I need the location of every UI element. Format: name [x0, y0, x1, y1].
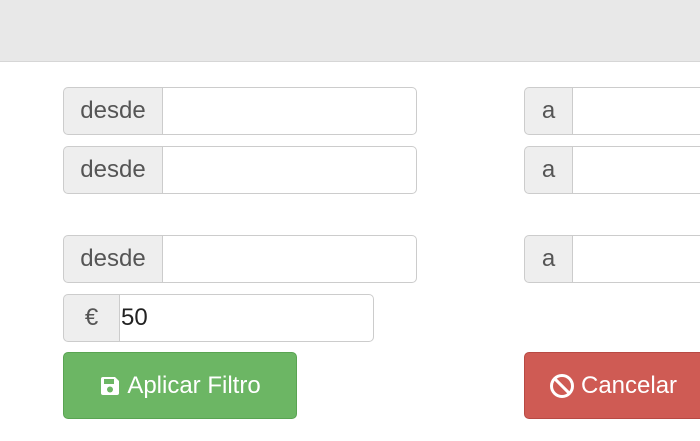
range-to-group-3: a	[524, 235, 700, 283]
currency-symbol: €	[63, 294, 119, 342]
range-from-group-3: desde	[63, 235, 417, 283]
range-to-group-1: a	[524, 87, 700, 135]
to-input-1[interactable]	[572, 87, 700, 135]
from-input-1[interactable]	[162, 87, 417, 135]
from-input-2[interactable]	[162, 146, 417, 194]
to-label: a	[524, 235, 572, 283]
apply-filter-label: Aplicar Filtro	[127, 371, 261, 399]
floppy-disk-icon	[99, 375, 121, 397]
to-input-2[interactable]	[572, 146, 700, 194]
cancel-label: Cancelar	[581, 371, 678, 399]
cancel-button[interactable]: Cancelar	[524, 352, 700, 419]
to-label: a	[524, 146, 572, 194]
to-label: a	[524, 87, 572, 135]
from-label: desde	[63, 87, 162, 135]
top-bar	[0, 0, 700, 62]
price-group: €	[63, 294, 374, 342]
apply-filter-button[interactable]: Aplicar Filtro	[63, 352, 297, 419]
price-input[interactable]	[119, 294, 374, 342]
from-label: desde	[63, 235, 162, 283]
range-from-group-1: desde	[63, 87, 417, 135]
from-label: desde	[63, 146, 162, 194]
range-from-group-2: desde	[63, 146, 417, 194]
to-input-3[interactable]	[572, 235, 700, 283]
from-input-3[interactable]	[162, 235, 417, 283]
range-to-group-2: a	[524, 146, 700, 194]
ban-icon	[549, 373, 575, 399]
